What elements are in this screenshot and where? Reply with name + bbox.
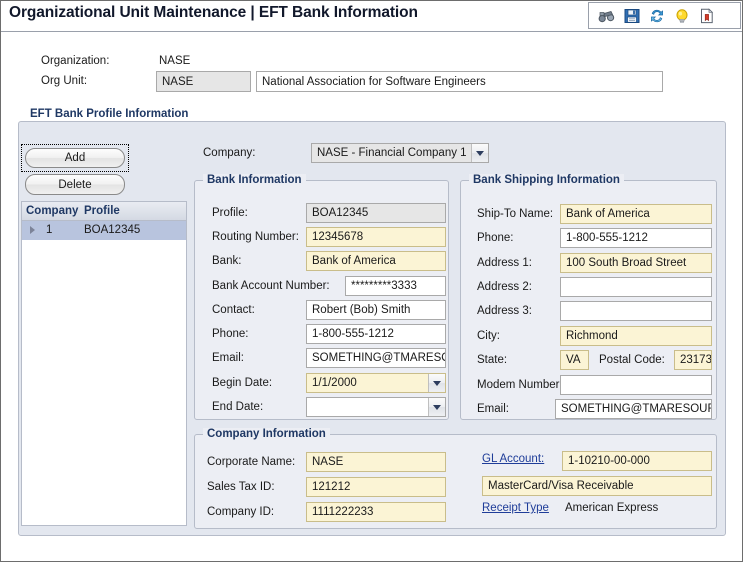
routing-number-label: Routing Number:	[212, 231, 299, 243]
address-2-label: Address 2:	[477, 281, 532, 293]
ship-to-name-field[interactable]: Bank of America	[560, 204, 712, 224]
address-1-label: Address 1:	[477, 257, 532, 269]
toolbar	[588, 2, 741, 29]
organization-value: NASE	[159, 55, 191, 67]
grid-column-profile: Profile	[84, 205, 120, 217]
postal-code-label: Postal Code:	[599, 354, 665, 366]
refresh-icon[interactable]	[648, 7, 666, 25]
ship-phone-field[interactable]: 1-800-555-1212	[560, 228, 712, 248]
bank-email-label: Email:	[212, 352, 244, 364]
grid-column-company: Company	[26, 205, 79, 217]
modem-number-label: Modem Number:	[477, 379, 563, 391]
bank-shipping-information-title: Bank Shipping Information	[469, 174, 624, 186]
city-field[interactable]: Richmond	[560, 326, 712, 346]
lightbulb-icon[interactable]	[673, 7, 691, 25]
bank-field[interactable]: Bank of America	[306, 251, 446, 271]
chevron-down-icon[interactable]	[428, 398, 445, 416]
eft-bank-profile-group-title: EFT Bank Profile Information	[26, 108, 193, 120]
state-label: State:	[477, 354, 508, 366]
ship-email-field[interactable]: SOMETHING@TMARESOURCE.COM	[555, 399, 712, 419]
receipt-type-value: American Express	[565, 502, 659, 514]
gl-account-link[interactable]: GL Account:	[482, 453, 544, 465]
sales-tax-id-label: Sales Tax ID:	[207, 481, 275, 493]
report-icon[interactable]	[698, 7, 716, 25]
page-title: Organizational Unit Maintenance | EFT Ba…	[9, 4, 418, 21]
delete-button[interactable]: Delete	[25, 174, 125, 195]
ship-email-label: Email:	[477, 403, 509, 415]
bank-phone-label: Phone:	[212, 328, 249, 340]
cell-company: 1	[46, 224, 53, 236]
company-dropdown-value: NASE - Financial Company 1	[317, 147, 467, 159]
company-id-field[interactable]: 1111222233	[306, 502, 446, 522]
binoculars-icon[interactable]	[598, 7, 616, 25]
begin-date-value: 1/1/2000	[312, 377, 357, 389]
bank-account-number-field[interactable]: *********3333	[345, 276, 446, 296]
ship-to-name-label: Ship-To Name:	[477, 208, 554, 220]
row-indicator-icon	[30, 226, 35, 234]
bank-phone-field[interactable]: 1-800-555-1212	[306, 324, 446, 344]
address-3-field[interactable]	[560, 301, 712, 321]
postal-code-field[interactable]: 23173	[674, 350, 712, 370]
company-id-label: Company ID:	[207, 506, 275, 518]
bank-account-number-label: Bank Account Number:	[212, 280, 330, 292]
bank-label: Bank:	[212, 255, 242, 267]
address-3-label: Address 3:	[477, 305, 532, 317]
corporate-name-field[interactable]: NASE	[306, 452, 446, 472]
org-unit-name-field[interactable]: National Association for Software Engine…	[256, 71, 663, 92]
company-information-title: Company Information	[203, 428, 330, 440]
address-2-field[interactable]	[560, 277, 712, 297]
org-unit-code-field[interactable]: NASE	[156, 71, 251, 92]
modem-number-field[interactable]	[560, 375, 712, 395]
gl-account-description-field[interactable]: MasterCard/Visa Receivable	[482, 476, 712, 496]
address-1-field[interactable]: 100 South Broad Street	[560, 253, 712, 273]
company-dropdown[interactable]: NASE - Financial Company 1	[311, 143, 489, 163]
profile-grid-header: Company Profile	[22, 202, 186, 221]
profile-grid[interactable]: Company Profile 1 BOA12345	[21, 201, 187, 526]
end-date-label: End Date:	[212, 401, 264, 413]
ship-phone-label: Phone:	[477, 232, 514, 244]
profile-field[interactable]: BOA12345	[306, 203, 446, 223]
state-field[interactable]: VA	[560, 350, 589, 370]
chevron-down-icon[interactable]	[428, 374, 445, 392]
cell-profile: BOA12345	[84, 224, 141, 236]
chevron-down-icon[interactable]	[471, 144, 488, 162]
contact-field[interactable]: Robert (Bob) Smith	[306, 300, 446, 320]
gl-account-field[interactable]: 1-10210-00-000	[562, 451, 712, 471]
end-date-dropdown[interactable]	[306, 397, 446, 417]
routing-number-field[interactable]: 12345678	[306, 227, 446, 247]
save-icon[interactable]	[623, 7, 641, 25]
company-label: Company:	[203, 147, 256, 159]
begin-date-dropdown[interactable]: 1/1/2000	[306, 373, 446, 393]
profile-label: Profile:	[212, 207, 248, 219]
application-window: Organizational Unit Maintenance | EFT Ba…	[0, 0, 743, 562]
bank-information-title: Bank Information	[203, 174, 306, 186]
begin-date-label: Begin Date:	[212, 377, 273, 389]
add-button[interactable]: Add	[25, 148, 125, 168]
contact-label: Contact:	[212, 304, 255, 316]
org-unit-label: Org Unit:	[41, 75, 88, 87]
sales-tax-id-field[interactable]: 121212	[306, 477, 446, 497]
organization-label: Organization:	[41, 55, 110, 67]
page-header: Organizational Unit Maintenance | EFT Ba…	[1, 1, 742, 32]
bank-email-field[interactable]: SOMETHING@TMARESOURCE.COM	[306, 348, 446, 368]
corporate-name-label: Corporate Name:	[207, 456, 296, 468]
table-row[interactable]: 1 BOA12345	[22, 221, 186, 240]
city-label: City:	[477, 330, 500, 342]
receipt-type-link[interactable]: Receipt Type	[482, 502, 549, 514]
